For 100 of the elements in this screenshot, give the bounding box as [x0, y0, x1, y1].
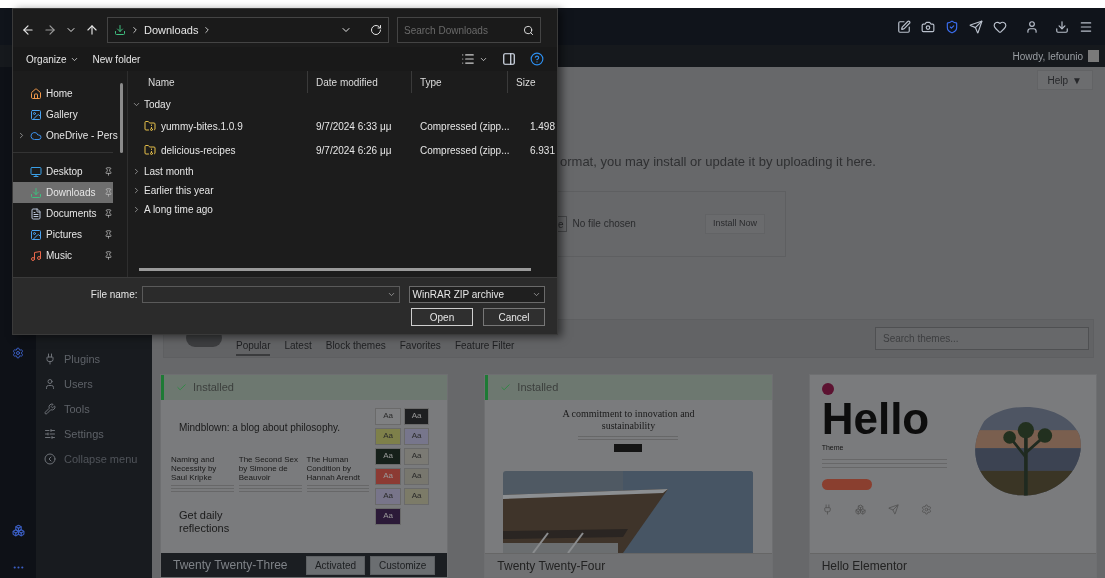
dropdown-icon — [532, 290, 541, 299]
style-swatch: Aa — [403, 447, 430, 465]
scrollbar-thumb[interactable] — [120, 83, 123, 153]
user-icon — [44, 378, 56, 390]
theme-name: Twenty Twenty-Four — [497, 557, 606, 575]
file-size: 1.498 — [528, 119, 556, 134]
download-icon[interactable] — [1055, 19, 1069, 34]
file-status: No file chosen — [572, 217, 636, 231]
nav-item[interactable]: Music — [13, 245, 113, 266]
back-icon[interactable] — [21, 23, 35, 37]
cloud-icon — [30, 129, 42, 142]
column-header[interactable]: Name — [128, 71, 308, 93]
download-icon — [114, 24, 126, 36]
post-title: Naming and Necessity by Saul Kripke — [171, 454, 218, 482]
expand-icon[interactable] — [17, 131, 26, 140]
music-icon — [30, 249, 42, 262]
style-swatch: Aa — [375, 487, 401, 505]
file-row[interactable]: delicious-recipes 9/7/2024 6:26 μμ Compressed (zipp... 6.931 — [128, 138, 557, 162]
open-button[interactable]: Open — [411, 308, 473, 326]
nav-item[interactable]: Downloads — [13, 182, 113, 203]
file-size: 6.931 — [528, 143, 556, 158]
nav-item[interactable]: Home — [13, 83, 113, 104]
logo-icon — [821, 382, 834, 395]
heart-icon[interactable] — [993, 19, 1007, 34]
nav-item[interactable]: Gallery — [13, 104, 113, 125]
style-swatch: Aa — [375, 507, 401, 525]
preview-pane-icon[interactable] — [502, 52, 516, 66]
nav-label: Downloads — [46, 186, 96, 200]
group-header[interactable]: Earlier this year — [128, 181, 557, 200]
nav-label: Home — [46, 87, 73, 101]
theme-name: Hello Elementor — [821, 557, 908, 575]
file-name: delicious-recipes — [161, 143, 236, 158]
style-swatch: Aa — [375, 467, 401, 485]
horizontal-scrollbar[interactable] — [139, 268, 531, 271]
sliders-icon — [44, 428, 56, 440]
nav-item[interactable]: Pictures — [13, 224, 113, 245]
file-name: yummy-bites.1.0.9 — [161, 119, 243, 134]
greeting-text[interactable]: Howdy, lefounio — [1012, 48, 1083, 64]
column-header[interactable]: Date modified — [308, 71, 412, 93]
preview-headline: Hello — [821, 396, 931, 441]
path-segment[interactable]: Downloads — [144, 21, 199, 39]
style-swatch: Aa — [403, 427, 430, 445]
column-header[interactable]: Size — [508, 71, 557, 93]
nav-label: OneDrive - Pers — [46, 129, 118, 143]
workspaces-icon[interactable] — [11, 524, 25, 537]
file-type: Compressed (zipp... — [419, 143, 508, 158]
file-type-select[interactable]: WinRAR ZIP archive — [408, 286, 545, 303]
send-icon — [887, 504, 899, 515]
post-title: The Human Condition by Hannah Arendt — [306, 454, 361, 482]
refresh-icon[interactable] — [370, 24, 382, 36]
cancel-button[interactable]: Cancel — [483, 308, 545, 326]
camera-icon[interactable] — [921, 19, 935, 34]
column-header[interactable]: Type — [412, 71, 508, 93]
zip-folder-icon — [144, 144, 156, 156]
nav-item[interactable]: Desktop — [13, 161, 113, 182]
boxes-icon — [854, 504, 866, 515]
file-date: 9/7/2024 6:26 μμ — [315, 143, 393, 158]
new-folder-button[interactable]: New folder — [92, 51, 141, 67]
search-icon — [523, 24, 534, 36]
organize-button[interactable]: Organize — [26, 51, 79, 67]
forward-icon[interactable] — [43, 23, 57, 37]
menu-icon[interactable] — [1079, 19, 1093, 34]
plug-icon — [44, 353, 56, 365]
preview-headline: Mindblown: a blog about philosophy. — [179, 420, 342, 435]
address-bar[interactable]: Downloads — [107, 17, 389, 43]
file-type: Compressed (zipp... — [419, 119, 508, 134]
group-header[interactable]: Today — [128, 95, 557, 114]
nav-label: Music — [46, 249, 73, 263]
picture-icon — [30, 228, 42, 241]
group-header[interactable]: A long time ago — [128, 200, 557, 219]
search-placeholder: Search Downloads — [404, 23, 488, 38]
up-icon[interactable] — [85, 23, 99, 37]
profile-icon[interactable] — [1025, 19, 1039, 34]
wrench-icon — [44, 403, 56, 415]
gear-icon[interactable] — [12, 347, 24, 359]
view-icon[interactable] — [461, 52, 475, 66]
group-header[interactable]: Last month — [128, 162, 557, 181]
preview-headline: A commitment to innovation and sustainability — [561, 407, 696, 432]
theme-name: Twenty Twenty-Three — [173, 557, 288, 574]
style-swatch: Aa — [375, 427, 401, 445]
check-icon — [500, 381, 512, 393]
style-swatch: Aa — [403, 487, 430, 505]
nav-item[interactable]: Documents — [13, 203, 113, 224]
file-name-field[interactable] — [141, 286, 400, 303]
file-date: 9/7/2024 6:33 μμ — [315, 119, 393, 134]
zip-folder-icon — [144, 120, 156, 132]
send-icon[interactable] — [969, 19, 983, 34]
help-icon[interactable] — [530, 52, 544, 66]
gallery-icon — [30, 108, 42, 121]
style-swatch: Aa — [375, 407, 401, 425]
download-icon — [30, 186, 42, 199]
home-icon — [30, 87, 42, 100]
dropdown-icon[interactable] — [386, 290, 396, 299]
collapse-icon — [44, 453, 56, 465]
gear-icon — [920, 504, 932, 515]
nav-label: Gallery — [46, 108, 78, 122]
edit-icon[interactable] — [897, 19, 911, 34]
nav-label: Documents — [46, 207, 97, 221]
shield-icon[interactable] — [945, 19, 959, 34]
file-row[interactable]: yummy-bites.1.0.9 9/7/2024 6:33 μμ Compressed (zipp... 1.498 — [128, 114, 557, 138]
